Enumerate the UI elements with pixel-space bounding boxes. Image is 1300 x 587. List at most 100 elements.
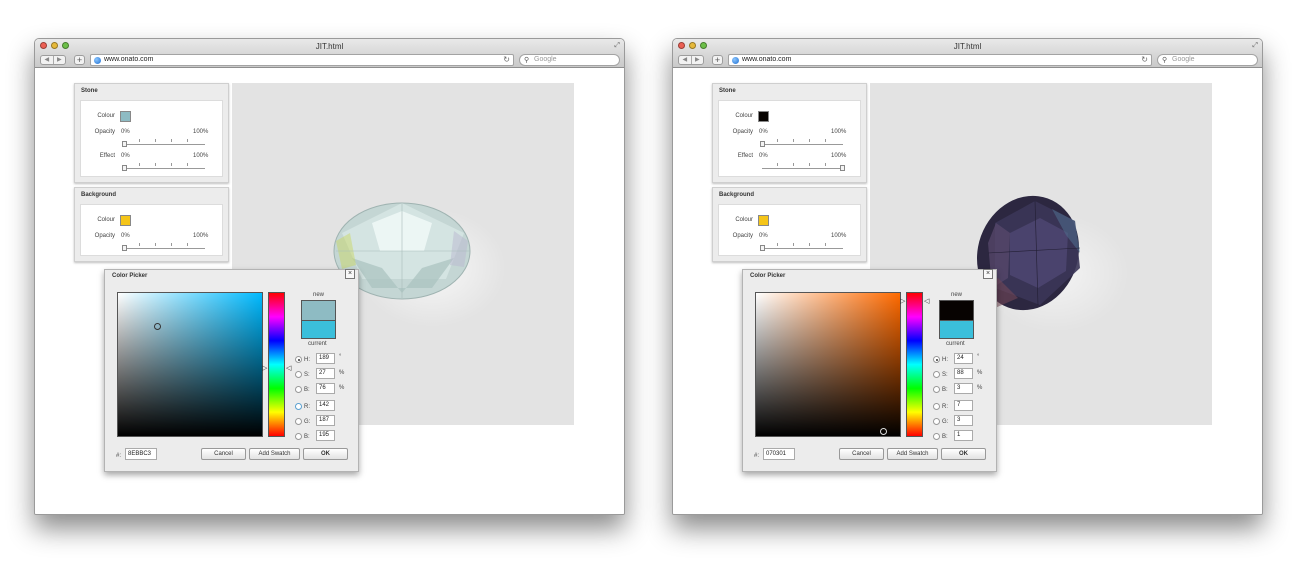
new-color-swatch: [302, 301, 335, 320]
search-placeholder: Google: [534, 56, 557, 63]
back-icon[interactable]: ◀: [679, 56, 691, 64]
reload-icon[interactable]: ↻: [1141, 55, 1148, 64]
hue-slider-arrow-left-icon[interactable]: ▷: [262, 365, 267, 372]
stone-opacity-slider-thumb[interactable]: [760, 141, 765, 147]
hue-slider-arrow-right-icon[interactable]: ◁: [924, 298, 929, 305]
ok-button[interactable]: OK: [303, 448, 348, 460]
stone-effect-slider-track[interactable]: [762, 168, 843, 169]
current-color-swatch[interactable]: [940, 319, 973, 338]
fullscreen-icon[interactable]: ⤢: [1252, 42, 1258, 50]
h-input[interactable]: 189: [316, 353, 335, 364]
hue-slider-arrow-right-icon[interactable]: ◁: [286, 365, 291, 372]
h-label: H:: [304, 357, 310, 363]
close-icon[interactable]: ×: [345, 269, 355, 279]
stone-opacity-slider-track[interactable]: [124, 144, 205, 145]
stone-panel-body: Colour Opacity 0% 100% Effect 0% 100%: [80, 100, 223, 177]
h-input[interactable]: 24: [954, 353, 973, 364]
background-colour-swatch[interactable]: [120, 215, 131, 226]
stone-effect-slider-track[interactable]: [124, 168, 205, 169]
background-panel-body: Colour Opacity 0% 100%: [80, 204, 223, 256]
back-forward-buttons[interactable]: ◀ ▶: [678, 55, 704, 65]
h-unit: °: [977, 354, 980, 360]
hex-label: #:: [754, 453, 760, 459]
window-title: JIT.html: [953, 42, 982, 51]
background-colour-swatch[interactable]: [758, 215, 769, 226]
stone-opacity-slider-thumb[interactable]: [122, 141, 127, 147]
g-radio[interactable]: [933, 418, 940, 425]
reload-icon[interactable]: ↻: [503, 55, 510, 64]
saturation-brightness-field[interactable]: [755, 292, 901, 437]
r-radio[interactable]: [933, 403, 940, 410]
add-bookmark-button[interactable]: +: [712, 55, 723, 65]
g-input[interactable]: 187: [316, 415, 335, 426]
stone-effect-slider-thumb[interactable]: [122, 165, 127, 171]
forward-icon[interactable]: ▶: [690, 56, 704, 64]
r-input[interactable]: 7: [954, 400, 973, 411]
search-field[interactable]: ⚲ Google: [519, 54, 620, 66]
stone-colour-swatch[interactable]: [120, 111, 131, 122]
b-radio[interactable]: [933, 386, 940, 393]
current-color-swatch[interactable]: [302, 319, 335, 338]
back-icon[interactable]: ◀: [41, 56, 53, 64]
background-opacity-min: 0%: [759, 233, 768, 239]
back-forward-buttons[interactable]: ◀ ▶: [40, 55, 66, 65]
hue-slider[interactable]: [906, 292, 923, 437]
cancel-button[interactable]: Cancel: [201, 448, 246, 460]
blue-radio[interactable]: [933, 433, 940, 440]
close-icon[interactable]: ×: [983, 269, 993, 279]
address-bar[interactable]: www.onato.com ↻: [90, 54, 514, 66]
g-input[interactable]: 3: [954, 415, 973, 426]
h-label: H:: [942, 357, 948, 363]
h-radio[interactable]: [933, 356, 940, 363]
r-input[interactable]: 142: [316, 400, 335, 411]
add-swatch-button[interactable]: Add Swatch: [887, 448, 938, 460]
s-input[interactable]: 88: [954, 368, 973, 379]
sv-cursor[interactable]: [154, 323, 161, 330]
stone-panel: Stone Colour Opacity 0% 100% Effect 0% 1…: [712, 83, 867, 183]
s-radio[interactable]: [295, 371, 302, 378]
s-input[interactable]: 27: [316, 368, 335, 379]
background-opacity-slider-track[interactable]: [124, 248, 205, 249]
hex-input[interactable]: 8EBBC3: [125, 448, 157, 460]
stone-colour-swatch[interactable]: [758, 111, 769, 122]
g-radio[interactable]: [295, 418, 302, 425]
add-swatch-button[interactable]: Add Swatch: [249, 448, 300, 460]
hex-input[interactable]: 070301: [763, 448, 795, 460]
new-color-label: new: [313, 292, 325, 298]
tick: [187, 243, 188, 246]
sv-cursor[interactable]: [880, 428, 887, 435]
search-field[interactable]: ⚲ Google: [1157, 54, 1258, 66]
g-label: G:: [304, 419, 311, 425]
background-panel-title: Background: [81, 192, 117, 198]
cancel-button[interactable]: Cancel: [839, 448, 884, 460]
forward-icon[interactable]: ▶: [52, 56, 66, 64]
stone-opacity-slider-track[interactable]: [762, 144, 843, 145]
hue-slider-arrow-left-icon[interactable]: ▷: [900, 298, 905, 305]
b-input[interactable]: 3: [954, 383, 973, 394]
b-radio[interactable]: [295, 386, 302, 393]
current-color-label: current: [946, 341, 965, 347]
background-opacity-max: 100%: [831, 233, 847, 239]
hue-slider[interactable]: [268, 292, 285, 437]
blue-input[interactable]: 195: [316, 430, 335, 441]
add-bookmark-button[interactable]: +: [74, 55, 85, 65]
r-radio[interactable]: [295, 403, 302, 410]
background-opacity-slider-thumb[interactable]: [760, 245, 765, 251]
b-input[interactable]: 76: [316, 383, 335, 394]
s-radio[interactable]: [933, 371, 940, 378]
address-bar[interactable]: www.onato.com ↻: [728, 54, 1152, 66]
stone-effect-label: Effect: [99, 153, 115, 159]
blue-input[interactable]: 1: [954, 430, 973, 441]
fullscreen-icon[interactable]: ⤢: [614, 42, 620, 50]
ok-button[interactable]: OK: [941, 448, 986, 460]
background-opacity-slider-thumb[interactable]: [122, 245, 127, 251]
h-radio[interactable]: [295, 356, 302, 363]
color-picker-dialog: Color Picker × ▷ ◁ new current H: 189 ° …: [104, 269, 359, 472]
blue-radio[interactable]: [295, 433, 302, 440]
stone-effect-slider-thumb[interactable]: [840, 165, 845, 171]
tick: [187, 139, 188, 142]
background-opacity-slider-track[interactable]: [762, 248, 843, 249]
saturation-brightness-field[interactable]: [117, 292, 263, 437]
background-panel-title: Background: [719, 192, 755, 198]
background-panel: Background Colour Opacity 0% 100%: [712, 187, 867, 262]
